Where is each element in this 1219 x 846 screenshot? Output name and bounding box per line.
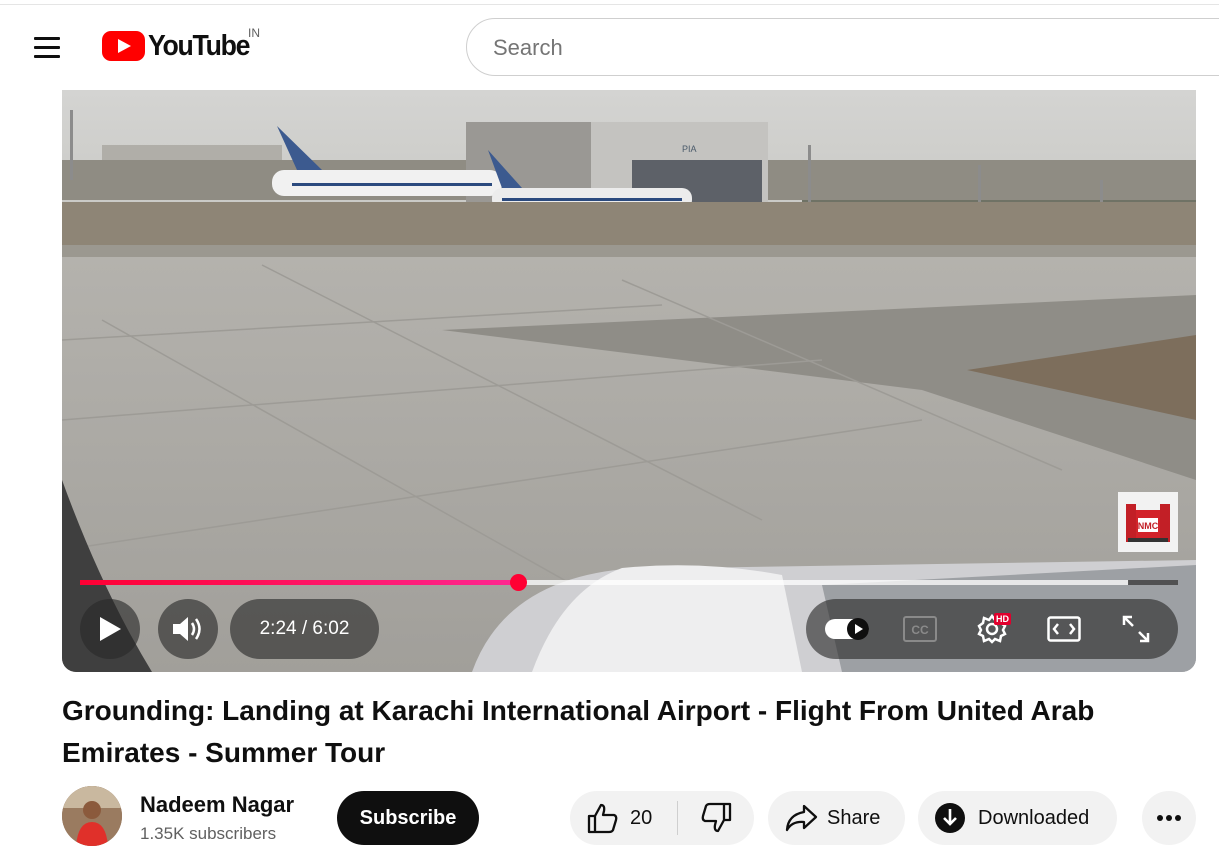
share-button[interactable]: Share bbox=[768, 791, 905, 845]
like-button[interactable]: 20 bbox=[570, 791, 677, 845]
autoplay-toggle[interactable] bbox=[818, 599, 878, 659]
theater-mode-icon bbox=[1047, 616, 1081, 642]
top-border bbox=[0, 4, 1219, 5]
like-count: 20 bbox=[630, 806, 653, 829]
video-player[interactable]: PIA NMC 2:24 / 6:02 CC HD bbox=[62, 90, 1196, 672]
channel-avatar[interactable] bbox=[62, 786, 122, 846]
download-label: Downloaded bbox=[978, 806, 1090, 829]
hd-badge: HD bbox=[994, 613, 1011, 625]
captions-icon: CC bbox=[903, 616, 937, 642]
logo-text: YouTube bbox=[148, 29, 250, 62]
share-label: Share bbox=[827, 806, 881, 829]
svg-text:CC: CC bbox=[911, 623, 929, 637]
search-box[interactable] bbox=[466, 18, 1219, 77]
svg-text:PIA: PIA bbox=[682, 144, 697, 154]
more-horizontal-icon bbox=[1157, 815, 1181, 821]
subscriber-count: 1.35K subscribers bbox=[140, 824, 277, 843]
play-button[interactable] bbox=[80, 599, 140, 659]
thumbs-up-icon bbox=[587, 803, 618, 834]
like-dislike-group: 20 bbox=[570, 791, 754, 845]
avatar-image bbox=[62, 786, 122, 846]
channel-watermark[interactable]: NMC bbox=[1118, 492, 1178, 552]
castle-logo-icon: NMC bbox=[1126, 504, 1170, 542]
settings-button[interactable]: HD bbox=[962, 599, 1022, 659]
download-button[interactable]: Downloaded bbox=[918, 791, 1117, 845]
progress-bar[interactable] bbox=[80, 574, 1178, 591]
volume-icon bbox=[173, 617, 201, 641]
time-display: 2:24 / 6:02 bbox=[230, 599, 379, 659]
dislike-button[interactable] bbox=[678, 791, 754, 845]
subscribe-button[interactable]: Subscribe bbox=[337, 791, 479, 845]
region-code: IN bbox=[248, 26, 260, 40]
hamburger-menu-icon[interactable] bbox=[30, 32, 66, 64]
fullscreen-icon bbox=[1122, 615, 1150, 643]
right-controls-group: CC HD bbox=[806, 599, 1178, 659]
autoplay-toggle-icon bbox=[825, 618, 869, 640]
play-icon bbox=[100, 617, 121, 641]
theater-mode-button[interactable] bbox=[1034, 599, 1094, 659]
video-title: Grounding: Landing at Karachi Internatio… bbox=[62, 695, 1095, 768]
played-bar bbox=[80, 580, 519, 585]
youtube-play-logo-icon bbox=[102, 31, 145, 61]
unbuffered-bar bbox=[1128, 580, 1178, 585]
channel-name[interactable]: Nadeem Nagar bbox=[140, 792, 294, 818]
fullscreen-button[interactable] bbox=[1106, 599, 1166, 659]
subtitles-button[interactable]: CC bbox=[890, 599, 950, 659]
share-arrow-icon bbox=[785, 804, 818, 832]
scrubber-handle[interactable] bbox=[510, 574, 528, 591]
download-done-icon bbox=[935, 803, 965, 833]
search-input[interactable] bbox=[491, 19, 1195, 77]
svg-text:NMC: NMC bbox=[1138, 521, 1159, 531]
volume-button[interactable] bbox=[158, 599, 218, 659]
youtube-logo[interactable]: YouTube bbox=[102, 26, 258, 66]
thumbs-down-icon bbox=[701, 802, 732, 833]
more-actions-button[interactable] bbox=[1142, 791, 1196, 845]
